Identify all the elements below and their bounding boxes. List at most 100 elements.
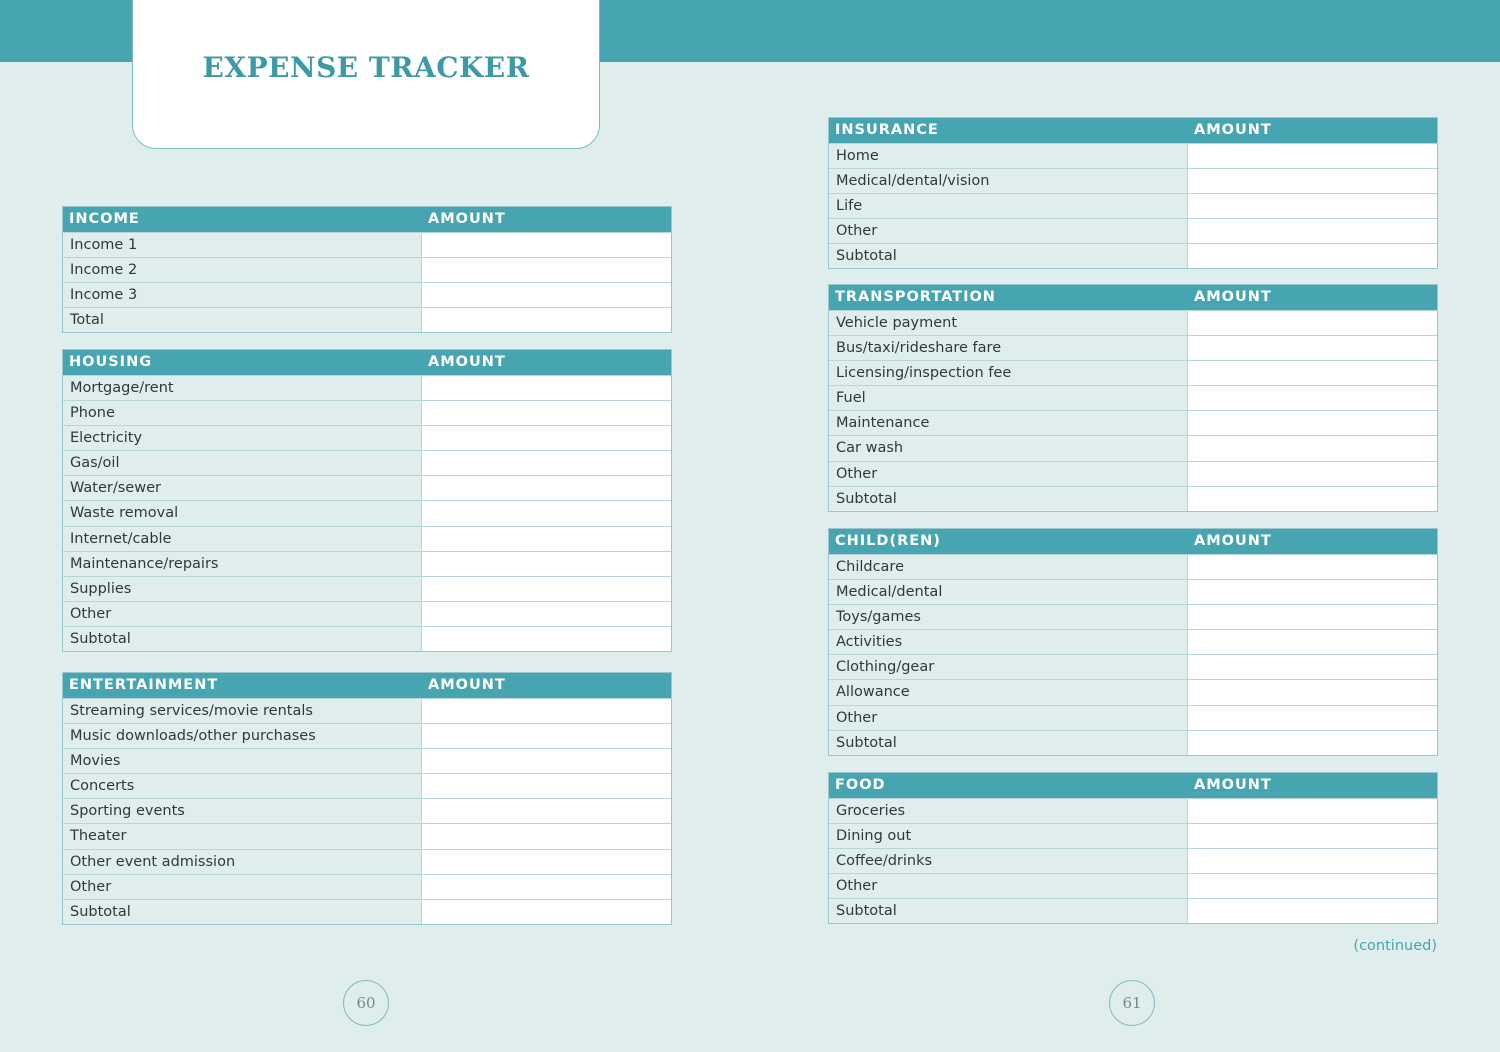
children-table: CHILD(REN) AMOUNT Childcare Medical/denta… — [828, 528, 1438, 756]
amount-cell[interactable] — [422, 426, 671, 451]
amount-cell[interactable] — [422, 551, 671, 576]
row-label: Streaming services/movie rentals — [63, 699, 422, 724]
continued-note: (continued) — [1353, 938, 1437, 954]
amount-cell[interactable] — [1188, 169, 1437, 194]
row-label: Other — [829, 705, 1188, 730]
amount-cell[interactable] — [1188, 605, 1437, 630]
amount-cell[interactable] — [422, 799, 671, 824]
row-label: Subtotal — [829, 730, 1188, 755]
row-label: Subtotal — [829, 244, 1188, 269]
table-row: Bus/taxi/rideshare fare — [829, 335, 1437, 361]
row-label: Activities — [829, 630, 1188, 655]
amount-cell[interactable] — [1188, 580, 1437, 605]
amount-header: AMOUNT — [428, 354, 506, 370]
amount-cell[interactable] — [1188, 705, 1437, 730]
amount-cell[interactable] — [422, 824, 671, 849]
table-header: INSURANCE AMOUNT — [829, 118, 1437, 143]
table-row: Subtotal — [63, 898, 671, 924]
row-label: Income 3 — [63, 283, 422, 308]
table-row: Clothing/gear — [829, 654, 1437, 680]
row-label: Waste removal — [63, 501, 422, 526]
amount-cell[interactable] — [422, 576, 671, 601]
amount-cell[interactable] — [1188, 555, 1437, 580]
row-label: Income 2 — [63, 258, 422, 283]
insurance-table: INSURANCE AMOUNT Home Medical/dental/visi… — [828, 117, 1438, 270]
table-row: Sporting events — [63, 798, 671, 824]
amount-cell[interactable] — [422, 526, 671, 551]
table-row: Subtotal — [829, 485, 1437, 511]
amount-cell[interactable] — [1188, 411, 1437, 436]
amount-cell[interactable] — [1188, 336, 1437, 361]
amount-cell[interactable] — [1188, 849, 1437, 874]
amount-cell[interactable] — [422, 501, 671, 526]
amount-cell[interactable] — [1188, 655, 1437, 680]
row-label: Clothing/gear — [829, 655, 1188, 680]
amount-cell[interactable] — [1188, 386, 1437, 411]
table-row: Coffee/drinks — [829, 848, 1437, 874]
amount-cell[interactable] — [1188, 680, 1437, 705]
amount-cell[interactable] — [422, 401, 671, 426]
row-label: Coffee/drinks — [829, 849, 1188, 874]
table-row: Childcare — [829, 554, 1437, 580]
table-row: Activities — [829, 629, 1437, 655]
amount-cell[interactable] — [422, 899, 671, 924]
amount-cell[interactable] — [422, 699, 671, 724]
amount-cell[interactable] — [422, 874, 671, 899]
row-label: Mortgage/rent — [63, 376, 422, 401]
amount-cell[interactable] — [1188, 799, 1437, 824]
table-row: Income 3 — [63, 282, 671, 308]
amount-cell[interactable] — [422, 724, 671, 749]
amount-cell[interactable] — [422, 376, 671, 401]
row-label: Income 1 — [63, 233, 422, 258]
table-row: Dining out — [829, 823, 1437, 849]
section-title: HOUSING — [69, 354, 153, 370]
amount-cell[interactable] — [1188, 874, 1437, 899]
amount-cell[interactable] — [422, 601, 671, 626]
amount-cell[interactable] — [422, 258, 671, 283]
table-header: FOOD AMOUNT — [829, 773, 1437, 798]
section-title: INCOME — [69, 211, 140, 227]
amount-cell[interactable] — [1188, 311, 1437, 336]
row-label: Other — [829, 874, 1188, 899]
page-title: EXPENSE TRACKER — [202, 51, 530, 84]
amount-cell[interactable] — [1188, 824, 1437, 849]
housing-table: HOUSING AMOUNT Mortgage/rent Phone Electri… — [62, 349, 672, 653]
amount-cell[interactable] — [422, 283, 671, 308]
amount-cell[interactable] — [1188, 899, 1437, 924]
amount-cell[interactable] — [1188, 730, 1437, 755]
amount-cell[interactable] — [1188, 244, 1437, 269]
row-label: Home — [829, 144, 1188, 169]
table-row: Other — [63, 873, 671, 899]
row-label: Movies — [63, 749, 422, 774]
amount-cell[interactable] — [1188, 630, 1437, 655]
row-label: Maintenance/repairs — [63, 551, 422, 576]
row-label: Subtotal — [63, 626, 422, 652]
amount-header: AMOUNT — [428, 677, 506, 693]
amount-cell[interactable] — [1188, 461, 1437, 486]
amount-cell[interactable] — [422, 308, 671, 333]
income-table: INCOME AMOUNT Income 1 Income 2 Income 3 To… — [62, 206, 672, 334]
amount-cell[interactable] — [1188, 361, 1437, 386]
amount-cell[interactable] — [1188, 194, 1437, 219]
amount-cell[interactable] — [422, 476, 671, 501]
table-row: Phone — [63, 400, 671, 426]
table-row: Other — [63, 600, 671, 626]
amount-cell[interactable] — [422, 774, 671, 799]
row-label: Childcare — [829, 555, 1188, 580]
amount-cell[interactable] — [422, 233, 671, 258]
row-label: Concerts — [63, 774, 422, 799]
amount-cell[interactable] — [422, 849, 671, 874]
row-label: Music downloads/other purchases — [63, 724, 422, 749]
table-row: Car wash — [829, 435, 1437, 461]
amount-cell[interactable] — [422, 626, 671, 652]
row-label: Medical/dental/vision — [829, 169, 1188, 194]
amount-cell[interactable] — [1188, 436, 1437, 461]
row-label: Other — [829, 219, 1188, 244]
amount-cell[interactable] — [422, 451, 671, 476]
row-label: Subtotal — [829, 899, 1188, 924]
amount-cell[interactable] — [1188, 144, 1437, 169]
amount-cell[interactable] — [1188, 219, 1437, 244]
amount-cell[interactable] — [1188, 486, 1437, 511]
row-label: Dining out — [829, 824, 1188, 849]
amount-cell[interactable] — [422, 749, 671, 774]
